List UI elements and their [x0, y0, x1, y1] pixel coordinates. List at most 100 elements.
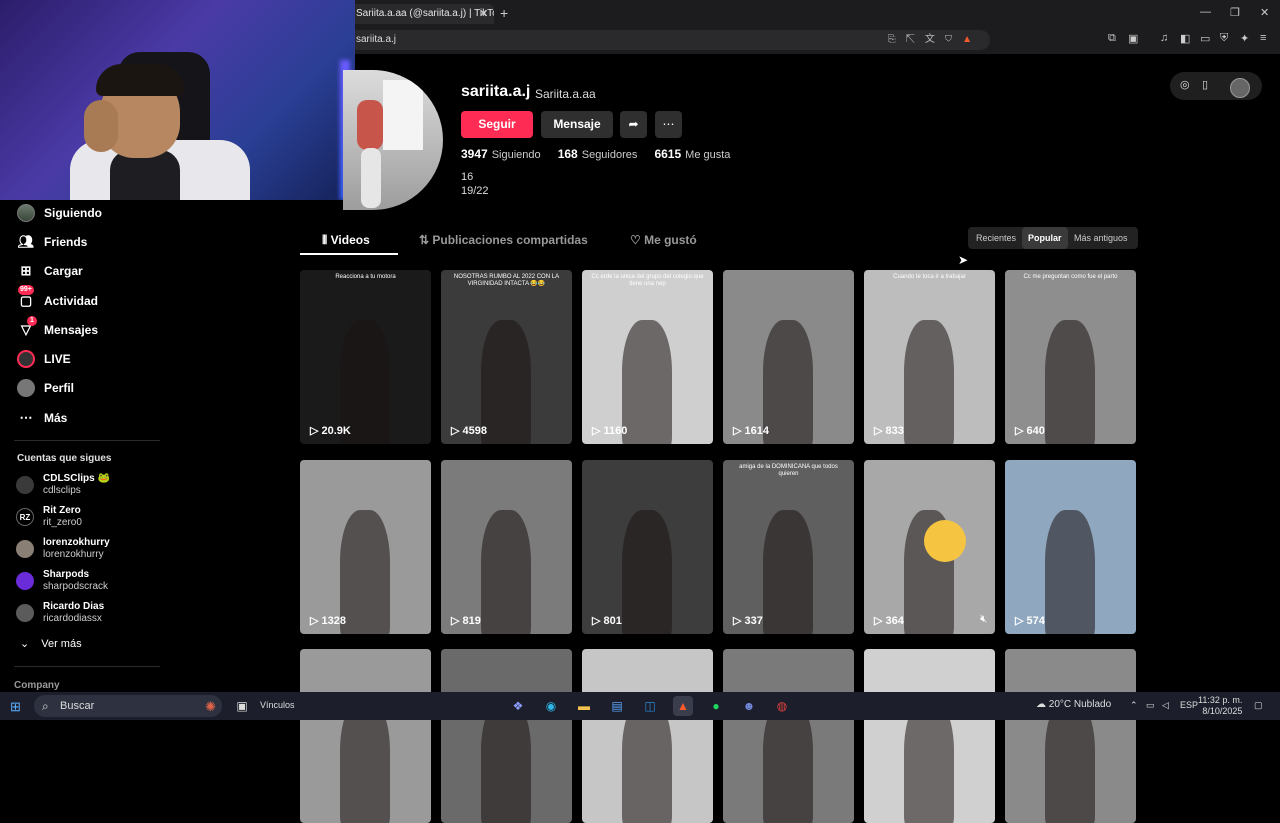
- language-indicator[interactable]: ESP: [1180, 700, 1198, 710]
- compass-icon[interactable]: ◎: [1180, 78, 1190, 91]
- address-bar[interactable]: sariita.a.j ⎘⇱文⛉▲: [348, 30, 990, 50]
- video-card[interactable]: [582, 649, 713, 823]
- outlook-icon[interactable]: ◫: [640, 696, 660, 716]
- share-icon[interactable]: ⇱: [906, 34, 925, 45]
- task-view-icon[interactable]: ▣: [232, 696, 252, 716]
- video-card[interactable]: ▷ 801: [582, 460, 713, 634]
- extension-k-icon[interactable]: ✦: [1240, 32, 1249, 45]
- video-card[interactable]: [864, 649, 995, 823]
- message-button[interactable]: Mensaje: [541, 111, 613, 138]
- tab-videos[interactable]: ⦀ Videos: [322, 233, 370, 248]
- more-options-icon[interactable]: ⋯: [655, 111, 682, 138]
- network-icon[interactable]: ▭: [1146, 700, 1155, 711]
- browser-tab[interactable]: Sariita.a.aa (@sariita.a.j) | TikTok ✕: [348, 4, 494, 24]
- sidebar-item-following[interactable]: Siguiendo: [16, 202, 102, 224]
- brave-icon[interactable]: ▲: [673, 696, 693, 716]
- sidebar-item-label: Mensajes: [44, 323, 99, 337]
- system-clock[interactable]: 11:32 p. m. 8/10/2025: [1198, 695, 1242, 717]
- video-card[interactable]: ▷ 819: [441, 460, 572, 634]
- minimize-button[interactable]: —: [1200, 6, 1211, 18]
- video-card[interactable]: ▷ 574: [1005, 460, 1136, 634]
- profile-avatar[interactable]: [343, 70, 443, 210]
- store-icon[interactable]: ▤: [607, 696, 627, 716]
- tab-reposts[interactable]: ⇅ Publicaciones compartidas: [419, 233, 588, 247]
- links-toolbar[interactable]: Vínculos: [260, 700, 295, 710]
- video-card[interactable]: Cuando te toca ir a trabajar ▷ 833: [864, 270, 995, 444]
- sidebar-item-profile[interactable]: Perfil: [16, 377, 74, 399]
- sidebar-item-friends[interactable]: 👥︎ Friends: [16, 231, 88, 253]
- video-card[interactable]: Cc erde la unica del grupo del colegio q…: [582, 270, 713, 444]
- tab-liked[interactable]: ♡ Me gustó: [630, 233, 697, 247]
- activity-icon: ▢ 99+: [18, 285, 34, 308]
- music-icon[interactable]: ♫: [1160, 32, 1168, 44]
- windows-start-icon[interactable]: ⊞: [10, 699, 21, 715]
- play-icon: ▷: [733, 615, 745, 627]
- share-icon[interactable]: ➦: [620, 111, 647, 138]
- close-tab-icon[interactable]: ✕: [479, 4, 488, 24]
- volume-icon[interactable]: ◁: [1162, 700, 1169, 711]
- video-card[interactable]: [723, 649, 854, 823]
- profile-username: sariita.a.j: [461, 83, 531, 100]
- sidebar-toggle-icon[interactable]: ◧: [1180, 32, 1190, 45]
- obs-icon[interactable]: ◍: [772, 696, 792, 716]
- avatar[interactable]: [1230, 78, 1250, 98]
- discord-icon[interactable]: ☻: [739, 696, 759, 716]
- edge-icon[interactable]: ◉: [541, 696, 561, 716]
- vpn-icon[interactable]: ⛨: [1220, 32, 1228, 45]
- streamer-hand: [84, 100, 118, 152]
- following-label[interactable]: Siguiendo: [492, 149, 541, 161]
- video-card[interactable]: [441, 649, 572, 823]
- video-card[interactable]: [1005, 649, 1136, 823]
- extensions-icon[interactable]: ⧉: [1108, 32, 1116, 45]
- copilot-icon[interactable]: ❖: [508, 696, 528, 716]
- follow-button[interactable]: Seguir: [461, 111, 533, 138]
- phone-icon[interactable]: ▯: [1202, 78, 1208, 91]
- file-explorer-icon[interactable]: ▬: [574, 696, 594, 716]
- sidebar-item-live[interactable]: LIVE: [16, 348, 71, 370]
- video-card[interactable]: [300, 649, 431, 823]
- spotify-icon[interactable]: ●: [706, 696, 726, 716]
- new-tab-button[interactable]: +: [500, 5, 508, 21]
- play-icon: ▷: [451, 425, 463, 437]
- wallet-icon[interactable]: ▭: [1200, 32, 1210, 45]
- brave-shield-icon[interactable]: ⛉: [945, 34, 962, 45]
- sort-recent-button[interactable]: Recientes: [970, 227, 1022, 249]
- view-count-value: 337: [744, 615, 763, 627]
- view-count: ▷ 4598: [451, 424, 487, 437]
- sidebar-item-more[interactable]: ⋯ Más: [16, 407, 68, 429]
- followers-count: 168: [557, 147, 578, 161]
- language-icon[interactable]: 文: [925, 34, 945, 45]
- sort-oldest-button[interactable]: Más antiguos: [1068, 227, 1134, 249]
- sidebar-item-upload[interactable]: ⊞ Cargar: [16, 260, 83, 282]
- translate-icon[interactable]: ⎘: [888, 34, 906, 45]
- brave-rewards-icon[interactable]: ▲: [962, 34, 982, 45]
- video-card[interactable]: ▷ 1328: [300, 460, 431, 634]
- video-card[interactable]: 🔇︎ ▷ 364: [864, 460, 995, 634]
- weather-widget[interactable]: ☁ 20°C Nublado: [1036, 699, 1111, 710]
- view-count: ▷ 819: [451, 614, 481, 627]
- video-card[interactable]: Reacciona a tu motora ▷ 20.9K: [300, 270, 431, 444]
- sidebar-item-activity[interactable]: ▢ 99+ Actividad: [16, 285, 98, 312]
- screenshot-icon[interactable]: ▣: [1128, 32, 1138, 45]
- video-card[interactable]: NOSOTRAS RUMBO AL 2022 CON LA VIRGINIDAD…: [441, 270, 572, 444]
- followers-label[interactable]: Seguidores: [582, 149, 638, 161]
- notification-icon[interactable]: ▢: [1254, 700, 1263, 711]
- maximize-button[interactable]: ❐: [1230, 6, 1240, 19]
- see-more-button[interactable]: ⌄ Ver más: [20, 637, 82, 650]
- account-username: sharpodscrack: [43, 581, 109, 592]
- view-count-value: 1614: [744, 425, 769, 437]
- url-text: sariita.a.j: [356, 34, 397, 45]
- menu-icon[interactable]: ≡: [1260, 32, 1266, 44]
- view-count: ▷ 1328: [310, 614, 346, 627]
- taskbar-search[interactable]: ⌕ Buscar ✺: [34, 695, 222, 717]
- video-card[interactable]: Cc me preguntan como fue el parto ▷ 640: [1005, 270, 1136, 444]
- muted-icon[interactable]: 🔇︎: [980, 613, 987, 626]
- tray-expand-icon[interactable]: ⌃: [1130, 700, 1138, 711]
- sidebar-item-messages[interactable]: ▽ 1 Mensajes: [16, 316, 99, 341]
- video-card[interactable]: ▷ 1614: [723, 270, 854, 444]
- company-link[interactable]: Company: [14, 680, 60, 691]
- tab-title: Sariita.a.aa (@sariita.a.j) | TikTok: [356, 8, 494, 19]
- close-window-button[interactable]: ✕: [1260, 6, 1269, 19]
- sort-popular-button[interactable]: Popular: [1022, 227, 1068, 249]
- video-card[interactable]: amiga de la DOMINICANA que todos quieren…: [723, 460, 854, 634]
